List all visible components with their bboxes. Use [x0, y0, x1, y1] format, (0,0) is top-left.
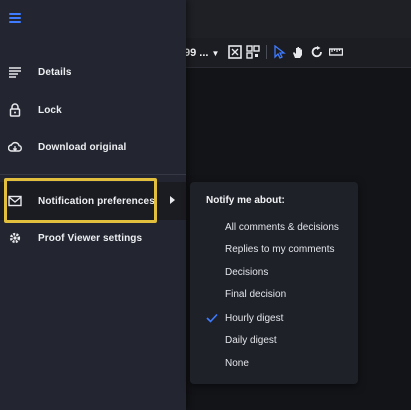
option-label: Replies to my comments	[225, 244, 335, 255]
hamburger-menu-icon[interactable]	[9, 13, 21, 23]
menu-item-label: Proof Viewer settings	[38, 232, 143, 244]
option-label: Final decision	[225, 289, 287, 300]
cloud-download-icon	[8, 141, 22, 152]
compare-icon[interactable]	[246, 45, 260, 59]
chevron-down-icon: ▼	[211, 49, 220, 58]
details-lines-icon	[9, 67, 21, 78]
option-label: Hourly digest	[225, 313, 284, 324]
menu-item-notification-preferences[interactable]: Notification preferences	[0, 182, 186, 220]
side-drawer: Details Lock Download original Notificat…	[0, 0, 186, 410]
option-decisions[interactable]: Decisions	[190, 263, 358, 283]
option-final-decision[interactable]: Final decision	[190, 285, 358, 305]
fit-to-screen-icon[interactable]	[228, 45, 242, 59]
option-none[interactable]: None	[190, 354, 358, 374]
toolbar-divider	[266, 45, 267, 59]
gear-icon	[9, 232, 21, 244]
zoom-dropdown[interactable]: 99 ... ▼	[184, 47, 219, 59]
submenu-title: Notify me about:	[206, 195, 285, 206]
menu-item-proof-viewer-settings[interactable]: Proof Viewer settings	[0, 223, 186, 253]
menu-item-label: Notification preferences	[38, 195, 155, 207]
menu-item-details[interactable]: Details	[0, 57, 186, 87]
zoom-value: 99 ...	[184, 47, 209, 59]
chevron-right-icon	[170, 196, 175, 204]
option-daily-digest[interactable]: Daily digest	[190, 331, 358, 351]
option-label: Decisions	[225, 267, 269, 278]
menu-item-lock[interactable]: Lock	[0, 95, 186, 125]
option-replies-to-my-comments[interactable]: Replies to my comments	[190, 240, 358, 260]
checkmark-icon	[206, 313, 218, 323]
menu-item-download-original[interactable]: Download original	[0, 132, 186, 162]
option-label: All comments & decisions	[225, 222, 339, 233]
option-all-comments-decisions[interactable]: All comments & decisions	[190, 218, 358, 238]
menu-item-label: Lock	[38, 104, 62, 116]
option-label: Daily digest	[225, 335, 277, 346]
lock-icon	[9, 103, 21, 117]
menu-item-label: Details	[38, 66, 72, 78]
rotate-icon[interactable]	[310, 45, 324, 59]
notification-submenu: Notify me about: All comments & decision…	[190, 182, 358, 384]
menu-item-label: Download original	[38, 141, 127, 153]
option-label: None	[225, 358, 249, 369]
ruler-icon[interactable]	[329, 45, 343, 59]
pointer-icon[interactable]	[272, 45, 286, 59]
hand-pan-icon[interactable]	[291, 45, 305, 59]
menu-divider	[0, 174, 186, 175]
envelope-icon	[8, 195, 22, 207]
option-hourly-digest[interactable]: Hourly digest	[190, 309, 358, 329]
